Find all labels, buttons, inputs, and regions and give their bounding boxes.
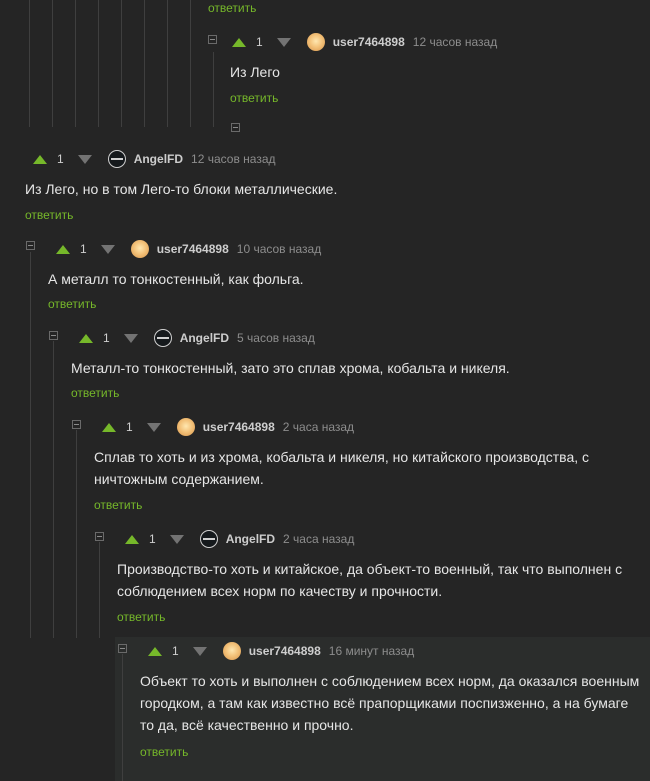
upvote-icon[interactable] <box>33 154 47 164</box>
avatar[interactable] <box>107 150 126 168</box>
timestamp[interactable]: 16 минут назад <box>329 644 414 658</box>
timestamp[interactable]: 12 часов назад <box>413 35 497 49</box>
comment-header: 1 user7464898 10 часов назад <box>56 239 321 259</box>
comment-text-line: соблюдением всех норм по качеству и проч… <box>117 583 443 599</box>
rating-value: 1 <box>80 242 87 256</box>
thread-line <box>53 341 54 638</box>
thread-line <box>122 654 123 781</box>
thread-line <box>167 0 168 127</box>
avatar[interactable] <box>130 240 149 258</box>
comment-text-line: Объект то хоть и выполнен с соблюдением … <box>140 673 640 689</box>
reply-link[interactable]: ответить <box>71 386 119 400</box>
downvote-icon[interactable] <box>276 37 291 47</box>
collapse-button[interactable] <box>231 123 240 132</box>
rating-value: 1 <box>256 35 263 49</box>
reply-link[interactable]: ответить <box>230 91 278 105</box>
thread-line <box>190 0 191 127</box>
timestamp[interactable]: 12 часов назад <box>191 152 275 166</box>
downvote-icon[interactable] <box>123 333 138 343</box>
rating-value: 1 <box>126 420 133 434</box>
collapse-button[interactable] <box>72 420 81 429</box>
downvote-icon[interactable] <box>192 646 207 656</box>
comment-text: А металл то тонкостенный, как фольга. <box>48 271 304 287</box>
username[interactable]: user7464898 <box>203 420 275 434</box>
comment-header: 1 user7464898 2 часа назад <box>102 417 354 437</box>
downvote-icon[interactable] <box>100 244 115 254</box>
comment-text-line: Сплав то хоть и из хрома, кобальта и ник… <box>94 449 590 465</box>
comment-text: Объект то хоть и выполнен с соблюдением … <box>140 670 639 736</box>
comment-text-line: ничтожным содержанием. <box>94 471 264 487</box>
upvote-icon[interactable] <box>79 333 93 343</box>
downvote-icon[interactable] <box>146 422 161 432</box>
upvote-icon[interactable] <box>56 244 70 254</box>
username[interactable]: user7464898 <box>249 644 321 658</box>
downvote-icon[interactable] <box>77 154 92 164</box>
username[interactable]: user7464898 <box>333 35 405 49</box>
comment-header: 1 user7464898 16 минут назад <box>148 641 414 661</box>
username[interactable]: AngelFD <box>134 152 183 166</box>
comment-text: Из Лего <box>230 64 280 80</box>
thread-line <box>98 0 99 127</box>
avatar[interactable] <box>153 329 172 347</box>
thread-line <box>213 52 214 127</box>
upvote-icon[interactable] <box>102 422 116 432</box>
collapse-button[interactable] <box>95 532 104 541</box>
comment-text: Сплав то хоть и из хрома, кобальта и ник… <box>94 446 589 490</box>
thread-line <box>75 0 76 127</box>
downvote-icon[interactable] <box>169 534 184 544</box>
comment-text: Производство-то хоть и китайское, да объ… <box>117 558 622 602</box>
username[interactable]: AngelFD <box>180 331 229 345</box>
comment-header: 1 AngelFD 5 часов назад <box>79 328 315 348</box>
comment-header: 1 AngelFD 2 часа назад <box>125 529 354 549</box>
thread-line <box>29 0 30 127</box>
upvote-icon[interactable] <box>125 534 139 544</box>
reply-link[interactable]: ответить <box>94 498 142 512</box>
avatar[interactable] <box>222 642 241 660</box>
timestamp[interactable]: 2 часа назад <box>283 532 354 546</box>
upvote-icon[interactable] <box>148 646 162 656</box>
reply-link[interactable]: ответить <box>140 745 188 759</box>
collapse-button[interactable] <box>49 331 58 340</box>
username[interactable]: user7464898 <box>157 242 229 256</box>
thread-line <box>121 0 122 127</box>
comment-text-line: Производство-то хоть и китайское, да объ… <box>117 561 623 577</box>
rating-value: 1 <box>172 644 179 658</box>
thread-line <box>52 0 53 127</box>
username[interactable]: AngelFD <box>226 532 275 546</box>
comment-header: 1 user7464898 12 часов назад <box>232 32 497 52</box>
collapse-button[interactable] <box>118 644 127 653</box>
avatar[interactable] <box>306 33 325 51</box>
reply-link[interactable]: ответить <box>25 208 73 222</box>
reply-link[interactable]: ответить <box>48 297 96 311</box>
thread-line <box>99 542 100 638</box>
comment-text-line: городком, а там как известно всё прапорщ… <box>140 695 629 711</box>
rating-value: 1 <box>103 331 110 345</box>
thread-line <box>144 0 145 127</box>
reply-link[interactable]: ответить <box>117 610 165 624</box>
timestamp[interactable]: 2 часа назад <box>283 420 354 434</box>
avatar[interactable] <box>199 530 218 548</box>
avatar[interactable] <box>176 418 195 436</box>
comment-header: 1 AngelFD 12 часов назад <box>33 149 276 169</box>
rating-value: 1 <box>149 532 156 546</box>
timestamp[interactable]: 5 часов назад <box>237 331 315 345</box>
comment-text-line: то да, всё качественно и прочно. <box>140 717 354 733</box>
reply-link[interactable]: ответить <box>208 1 256 15</box>
rating-value: 1 <box>57 152 64 166</box>
timestamp[interactable]: 10 часов назад <box>237 242 321 256</box>
thread-line <box>76 430 77 638</box>
thread-line <box>30 252 31 638</box>
collapse-button[interactable] <box>208 35 217 44</box>
upvote-icon[interactable] <box>232 37 246 47</box>
comment-text: Из Лего, но в том Лего-то блоки металлич… <box>25 181 338 197</box>
comment-text: Металл-то тонкостенный, зато это сплав х… <box>71 360 510 376</box>
collapse-button[interactable] <box>26 241 35 250</box>
